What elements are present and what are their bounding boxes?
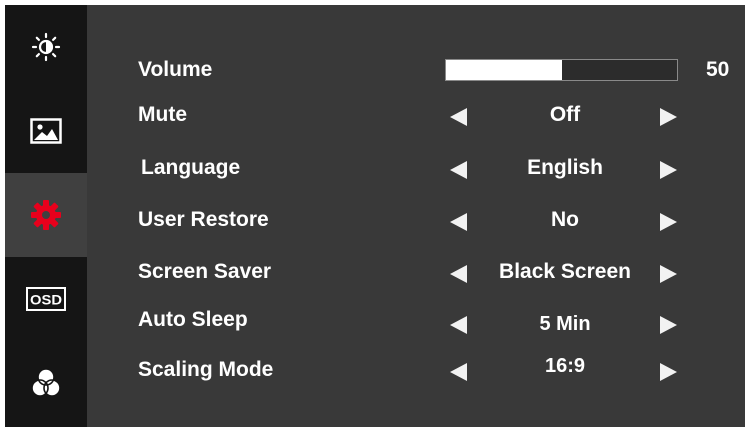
setting-row-screen-saver[interactable]: Screen Saver Black Screen — [5, 255, 745, 289]
setting-row-scaling-mode[interactable]: Scaling Mode 16:9 — [5, 353, 745, 387]
language-right-arrow-icon[interactable] — [660, 161, 677, 179]
volume-value: 50 — [706, 58, 730, 81]
language-left-arrow-icon[interactable] — [450, 161, 467, 179]
setting-row-mute[interactable]: Mute Off — [5, 98, 745, 132]
auto-sleep-label: Auto Sleep — [138, 308, 248, 331]
language-label: Language — [141, 156, 241, 179]
mute-left-arrow-icon[interactable] — [450, 108, 467, 126]
auto-sleep-left-arrow-icon[interactable] — [450, 316, 467, 334]
scaling-mode-label: Scaling Mode — [138, 358, 274, 381]
screen-saver-label: Screen Saver — [138, 260, 272, 283]
screen-saver-value: Black Screen — [499, 260, 631, 283]
screen-saver-right-arrow-icon[interactable] — [660, 265, 677, 283]
mute-right-arrow-icon[interactable] — [660, 108, 677, 126]
scaling-mode-right-arrow-icon[interactable] — [660, 363, 677, 381]
mute-label: Mute — [138, 103, 187, 126]
screen-saver-left-arrow-icon[interactable] — [450, 265, 467, 283]
user-restore-value: No — [551, 208, 579, 231]
volume-slider[interactable] — [445, 59, 678, 81]
user-restore-label: User Restore — [138, 208, 269, 231]
language-value: English — [527, 156, 603, 179]
auto-sleep-right-arrow-icon[interactable] — [660, 316, 677, 334]
setting-row-auto-sleep[interactable]: Auto Sleep 5 Min — [5, 303, 745, 337]
setting-row-language[interactable]: Language English — [5, 151, 745, 185]
volume-slider-fill — [446, 60, 562, 80]
user-restore-right-arrow-icon[interactable] — [660, 213, 677, 231]
auto-sleep-value: 5 Min — [539, 313, 591, 335]
scaling-mode-value: 16:9 — [544, 355, 586, 377]
mute-value: Off — [549, 103, 581, 126]
osd-menu: OSD Volume 50 Mute Off Language English … — [5, 5, 745, 427]
setting-row-volume[interactable]: Volume 50 — [5, 53, 745, 87]
volume-label: Volume — [138, 58, 213, 81]
scaling-mode-left-arrow-icon[interactable] — [450, 363, 467, 381]
setting-row-user-restore[interactable]: User Restore No — [5, 203, 745, 237]
user-restore-left-arrow-icon[interactable] — [450, 213, 467, 231]
